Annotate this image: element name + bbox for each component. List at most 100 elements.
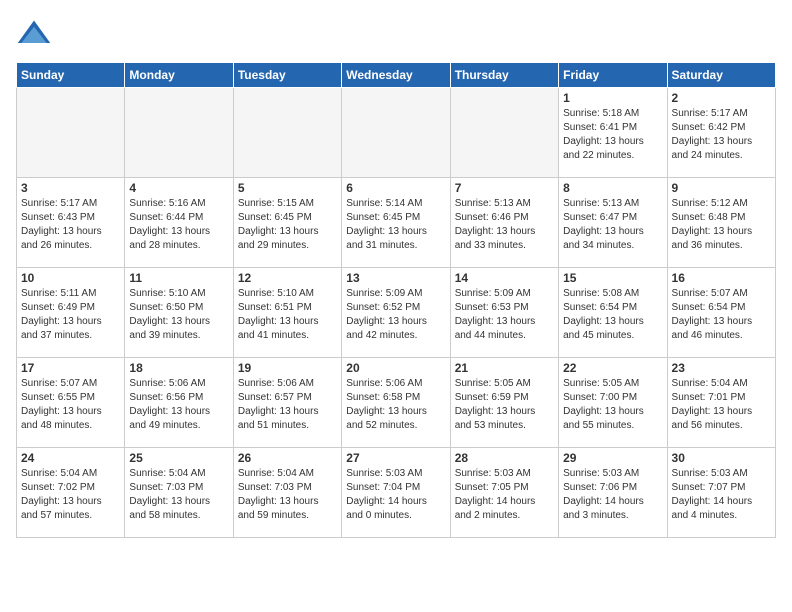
- day-info: Sunrise: 5:10 AM Sunset: 6:51 PM Dayligh…: [238, 287, 337, 343]
- day-info: Sunrise: 5:03 AM Sunset: 7:07 PM Dayligh…: [672, 467, 771, 523]
- calendar-week-row: 17 Sunrise: 5:07 AM Sunset: 6:55 PM Dayli…: [17, 358, 776, 448]
- calendar-cell: [233, 88, 341, 178]
- day-number: 28: [455, 451, 554, 465]
- calendar-cell: 26Sunrise: 5:04 AM Sunset: 7:03 PM Dayli…: [233, 448, 341, 538]
- calendar-cell: 7 Sunrise: 5:13 AM Sunset: 6:46 PM Daylig…: [450, 178, 558, 268]
- calendar-cell: 22 Sunrise: 5:05 AM Sunset: 7:00 PM Dayli…: [559, 358, 667, 448]
- calendar-cell: 4Sunrise: 5:16 AM Sunset: 6:44 PM Daylig…: [125, 178, 233, 268]
- calendar-cell: 2 Sunrise: 5:17 AM Sunset: 6:42 PM Daylig…: [667, 88, 775, 178]
- weekday-header: Friday: [559, 63, 667, 88]
- calendar-week-row: 1 Sunrise: 5:18 AM Sunset: 6:41 PM Daylig…: [17, 88, 776, 178]
- day-number: 16: [672, 271, 771, 285]
- day-number: 6: [346, 181, 445, 195]
- day-info: Sunrise: 5:14 AM Sunset: 6:45 PM Dayligh…: [346, 197, 445, 253]
- calendar-cell: [125, 88, 233, 178]
- calendar-cell: 8 Sunrise: 5:13 AM Sunset: 6:47 PM Daylig…: [559, 178, 667, 268]
- day-info: Sunrise: 5:03 AM Sunset: 7:04 PM Dayligh…: [346, 467, 445, 523]
- calendar-cell: 11 Sunrise: 5:10 AM Sunset: 6:50 PM Dayli…: [125, 268, 233, 358]
- day-number: 19: [238, 361, 337, 375]
- day-info: Sunrise: 5:06 AM Sunset: 6:58 PM Dayligh…: [346, 377, 445, 433]
- calendar-cell: [17, 88, 125, 178]
- day-info: Sunrise: 5:17 AM Sunset: 6:42 PM Dayligh…: [672, 107, 771, 163]
- day-number: 5: [238, 181, 337, 195]
- day-info: Sunrise: 5:08 AM Sunset: 6:54 PM Dayligh…: [563, 287, 662, 343]
- day-number: 20: [346, 361, 445, 375]
- day-number: 17: [21, 361, 120, 375]
- day-number: 21: [455, 361, 554, 375]
- calendar-cell: 17 Sunrise: 5:07 AM Sunset: 6:55 PM Dayli…: [17, 358, 125, 448]
- calendar-cell: 14 Sunrise: 5:09 AM Sunset: 6:53 PM Dayli…: [450, 268, 558, 358]
- day-info: Sunrise: 5:05 AM Sunset: 6:59 PM Dayligh…: [455, 377, 554, 433]
- day-number: 23: [672, 361, 771, 375]
- calendar-cell: 12 Sunrise: 5:10 AM Sunset: 6:51 PM Dayli…: [233, 268, 341, 358]
- day-number: 25: [129, 451, 228, 465]
- calendar-cell: 6 Sunrise: 5:14 AM Sunset: 6:45 PM Daylig…: [342, 178, 450, 268]
- day-info: Sunrise: 5:03 AM Sunset: 7:05 PM Dayligh…: [455, 467, 554, 523]
- day-number: 13: [346, 271, 445, 285]
- day-info: Sunrise: 5:09 AM Sunset: 6:53 PM Dayligh…: [455, 287, 554, 343]
- calendar-cell: 24 Sunrise: 5:04 AM Sunset: 7:02 PM Dayli…: [17, 448, 125, 538]
- day-info: Sunrise: 5:05 AM Sunset: 7:00 PM Dayligh…: [563, 377, 662, 433]
- day-info: Sunrise: 5:15 AM Sunset: 6:45 PM Dayligh…: [238, 197, 337, 253]
- day-number: 11: [129, 271, 228, 285]
- day-info: Sunrise: 5:07 AM Sunset: 6:55 PM Dayligh…: [21, 377, 120, 433]
- calendar-cell: 29 Sunrise: 5:03 AM Sunset: 7:06 PM Dayli…: [559, 448, 667, 538]
- day-info: Sunrise: 5:09 AM Sunset: 6:52 PM Dayligh…: [346, 287, 445, 343]
- calendar-header-row: SundayMondayTuesdayWednesdayThursdayFrid…: [17, 63, 776, 88]
- calendar-cell: 27 Sunrise: 5:03 AM Sunset: 7:04 PM Dayli…: [342, 448, 450, 538]
- calendar-cell: 21 Sunrise: 5:05 AM Sunset: 6:59 PM Dayli…: [450, 358, 558, 448]
- calendar-cell: 25 Sunrise: 5:04 AM Sunset: 7:03 PM Dayli…: [125, 448, 233, 538]
- day-number: 29: [563, 451, 662, 465]
- calendar-cell: [450, 88, 558, 178]
- calendar-week-row: 10 Sunrise: 5:11 AM Sunset: 6:49 PM Dayli…: [17, 268, 776, 358]
- day-number: 30: [672, 451, 771, 465]
- day-info: Sunrise: 5:04 AM Sunset: 7:03 PM Dayligh…: [129, 467, 228, 523]
- weekday-header: Tuesday: [233, 63, 341, 88]
- weekday-header: Sunday: [17, 63, 125, 88]
- day-info: Sunrise: 5:10 AM Sunset: 6:50 PM Dayligh…: [129, 287, 228, 343]
- day-number: 15: [563, 271, 662, 285]
- day-number: 3: [21, 181, 120, 195]
- day-info: Sunrise: 5:04 AM Sunset: 7:01 PM Dayligh…: [672, 377, 771, 433]
- day-number: 18: [129, 361, 228, 375]
- day-info: Sunrise: 5:06 AM Sunset: 6:57 PM Dayligh…: [238, 377, 337, 433]
- day-info: Sunrise: 5:13 AM Sunset: 6:47 PM Dayligh…: [563, 197, 662, 253]
- calendar-cell: 30 Sunrise: 5:03 AM Sunset: 7:07 PM Dayli…: [667, 448, 775, 538]
- day-info: Sunrise: 5:18 AM Sunset: 6:41 PM Dayligh…: [563, 107, 662, 163]
- day-info: Sunrise: 5:06 AM Sunset: 6:56 PM Dayligh…: [129, 377, 228, 433]
- day-number: 22: [563, 361, 662, 375]
- calendar-cell: 28 Sunrise: 5:03 AM Sunset: 7:05 PM Dayli…: [450, 448, 558, 538]
- day-number: 27: [346, 451, 445, 465]
- day-info: Sunrise: 5:12 AM Sunset: 6:48 PM Dayligh…: [672, 197, 771, 253]
- page-header: [16, 16, 776, 52]
- day-number: 26: [238, 451, 337, 465]
- day-info: Sunrise: 5:13 AM Sunset: 6:46 PM Dayligh…: [455, 197, 554, 253]
- day-info: Sunrise: 5:03 AM Sunset: 7:06 PM Dayligh…: [563, 467, 662, 523]
- weekday-header: Saturday: [667, 63, 775, 88]
- calendar-cell: 23 Sunrise: 5:04 AM Sunset: 7:01 PM Dayli…: [667, 358, 775, 448]
- weekday-header: Monday: [125, 63, 233, 88]
- day-info: Sunrise: 5:04 AM Sunset: 7:02 PM Dayligh…: [21, 467, 120, 523]
- calendar: SundayMondayTuesdayWednesdayThursdayFrid…: [16, 62, 776, 538]
- logo-icon: [16, 16, 52, 52]
- day-number: 24: [21, 451, 120, 465]
- calendar-week-row: 24 Sunrise: 5:04 AM Sunset: 7:02 PM Dayli…: [17, 448, 776, 538]
- day-number: 1: [563, 91, 662, 105]
- day-info: Sunrise: 5:07 AM Sunset: 6:54 PM Dayligh…: [672, 287, 771, 343]
- day-number: 12: [238, 271, 337, 285]
- day-number: 7: [455, 181, 554, 195]
- calendar-cell: [342, 88, 450, 178]
- day-number: 14: [455, 271, 554, 285]
- calendar-cell: 15 Sunrise: 5:08 AM Sunset: 6:54 PM Dayli…: [559, 268, 667, 358]
- calendar-cell: 9Sunrise: 5:12 AM Sunset: 6:48 PM Daylig…: [667, 178, 775, 268]
- calendar-cell: 5 Sunrise: 5:15 AM Sunset: 6:45 PM Daylig…: [233, 178, 341, 268]
- weekday-header: Thursday: [450, 63, 558, 88]
- calendar-cell: 1 Sunrise: 5:18 AM Sunset: 6:41 PM Daylig…: [559, 88, 667, 178]
- day-number: 10: [21, 271, 120, 285]
- weekday-header: Wednesday: [342, 63, 450, 88]
- day-number: 4: [129, 181, 228, 195]
- day-number: 2: [672, 91, 771, 105]
- calendar-cell: 16 Sunrise: 5:07 AM Sunset: 6:54 PM Dayli…: [667, 268, 775, 358]
- day-number: 8: [563, 181, 662, 195]
- day-info: Sunrise: 5:11 AM Sunset: 6:49 PM Dayligh…: [21, 287, 120, 343]
